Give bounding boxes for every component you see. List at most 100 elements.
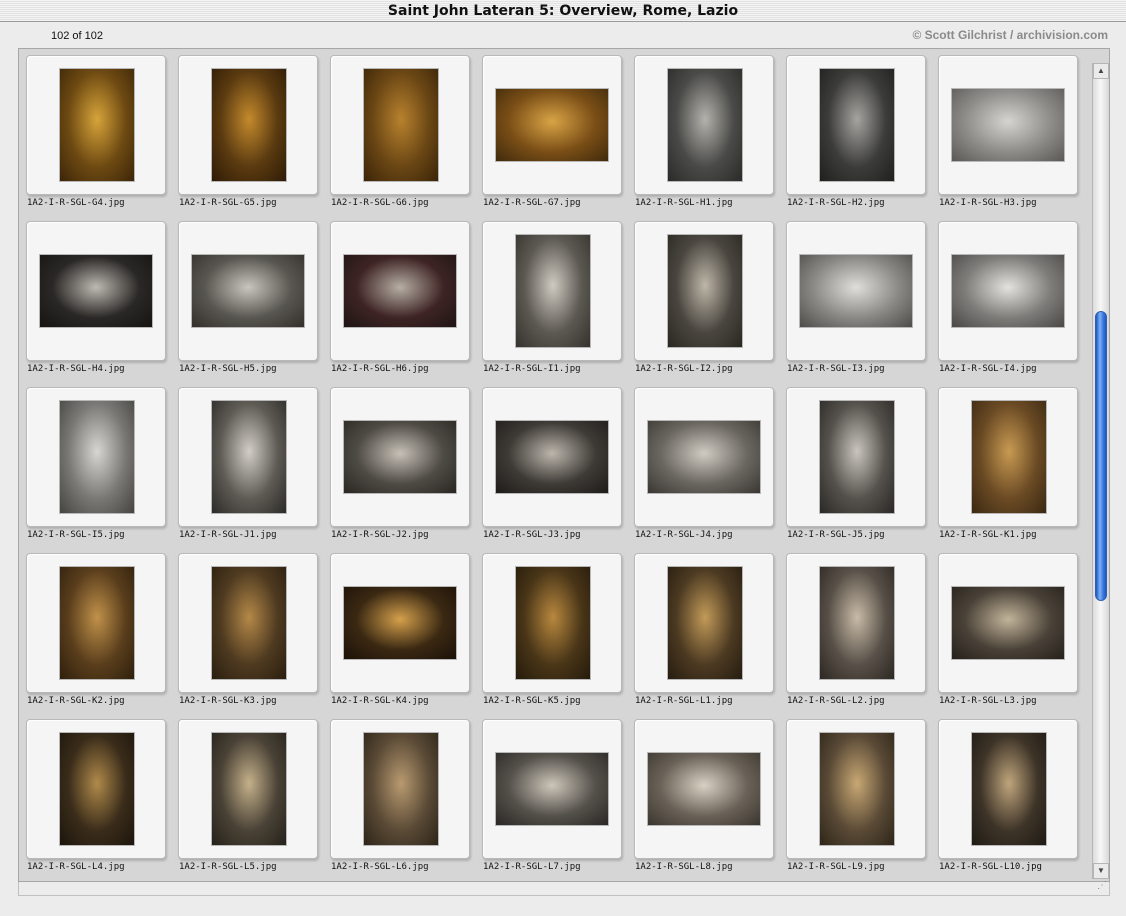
thumbnail-item[interactable]: 1A2-I-R-SGL-L10.jpg — [932, 715, 1084, 881]
thumbnail-item[interactable]: 1A2-I-R-SGL-J4.jpg — [628, 383, 780, 549]
thumbnail-image[interactable] — [344, 255, 456, 327]
thumbnail-item[interactable]: 1A2-I-R-SGL-K1.jpg — [932, 383, 1084, 549]
thumbnail-image[interactable] — [212, 567, 286, 679]
thumbnail-frame[interactable] — [26, 55, 166, 195]
thumbnail-frame[interactable] — [26, 387, 166, 527]
thumbnail-image[interactable] — [212, 69, 286, 181]
thumbnail-image[interactable] — [668, 69, 742, 181]
thumbnail-item[interactable]: 1A2-I-R-SGL-K5.jpg — [476, 549, 628, 715]
thumbnail-item[interactable]: 1A2-I-R-SGL-J5.jpg — [780, 383, 932, 549]
thumbnail-frame[interactable] — [634, 387, 774, 527]
thumbnail-frame[interactable] — [26, 221, 166, 361]
thumbnail-frame[interactable] — [786, 553, 926, 693]
thumbnail-image[interactable] — [952, 255, 1064, 327]
thumbnail-image[interactable] — [972, 401, 1046, 513]
thumbnail-frame[interactable] — [938, 387, 1078, 527]
thumbnail-image[interactable] — [516, 567, 590, 679]
thumbnail-frame[interactable] — [482, 387, 622, 527]
thumbnail-frame[interactable] — [178, 553, 318, 693]
thumbnail-frame[interactable] — [482, 719, 622, 859]
thumbnail-item[interactable]: 1A2-I-R-SGL-K4.jpg — [324, 549, 476, 715]
vertical-scrollbar[interactable]: ▲ ▼ — [1092, 63, 1109, 879]
thumbnail-item[interactable]: 1A2-I-R-SGL-J3.jpg — [476, 383, 628, 549]
thumbnail-item[interactable]: 1A2-I-R-SGL-L4.jpg — [20, 715, 172, 881]
thumbnail-image[interactable] — [648, 753, 760, 825]
thumbnail-image[interactable] — [820, 733, 894, 845]
thumbnail-image[interactable] — [364, 69, 438, 181]
thumbnail-image[interactable] — [496, 421, 608, 493]
thumbnail-image[interactable] — [344, 421, 456, 493]
thumbnail-frame[interactable] — [634, 719, 774, 859]
thumbnail-frame[interactable] — [634, 55, 774, 195]
thumbnail-image[interactable] — [60, 69, 134, 181]
thumbnail-item[interactable]: 1A2-I-R-SGL-L2.jpg — [780, 549, 932, 715]
thumbnail-image[interactable] — [820, 567, 894, 679]
thumbnail-item[interactable]: 1A2-I-R-SGL-I1.jpg — [476, 217, 628, 383]
thumbnail-frame[interactable] — [938, 719, 1078, 859]
thumbnail-frame[interactable] — [786, 221, 926, 361]
thumbnail-frame[interactable] — [938, 55, 1078, 195]
thumbnail-image[interactable] — [800, 255, 912, 327]
thumbnail-image[interactable] — [952, 587, 1064, 659]
thumbnail-image[interactable] — [60, 567, 134, 679]
scroll-thumb[interactable] — [1095, 311, 1107, 602]
thumbnail-image[interactable] — [516, 235, 590, 347]
thumbnail-item[interactable]: 1A2-I-R-SGL-H1.jpg — [628, 51, 780, 217]
thumbnail-frame[interactable] — [938, 221, 1078, 361]
thumbnail-image[interactable] — [212, 401, 286, 513]
thumbnail-item[interactable]: 1A2-I-R-SGL-G7.jpg — [476, 51, 628, 217]
thumbnail-frame[interactable] — [26, 719, 166, 859]
thumbnail-image[interactable] — [192, 255, 304, 327]
thumbnail-item[interactable]: 1A2-I-R-SGL-L6.jpg — [324, 715, 476, 881]
thumbnail-item[interactable]: 1A2-I-R-SGL-I5.jpg — [20, 383, 172, 549]
thumbnail-frame[interactable] — [786, 387, 926, 527]
thumbnail-frame[interactable] — [482, 55, 622, 195]
thumbnail-frame[interactable] — [330, 553, 470, 693]
thumbnail-image[interactable] — [648, 421, 760, 493]
thumbnail-item[interactable]: 1A2-I-R-SGL-L5.jpg — [172, 715, 324, 881]
thumbnail-frame[interactable] — [634, 221, 774, 361]
thumbnail-frame[interactable] — [178, 719, 318, 859]
thumbnail-item[interactable]: 1A2-I-R-SGL-K3.jpg — [172, 549, 324, 715]
thumbnail-frame[interactable] — [482, 221, 622, 361]
thumbnail-frame[interactable] — [786, 55, 926, 195]
thumbnail-item[interactable]: 1A2-I-R-SGL-G6.jpg — [324, 51, 476, 217]
thumbnail-image[interactable] — [60, 401, 134, 513]
thumbnail-frame[interactable] — [178, 221, 318, 361]
thumbnail-image[interactable] — [496, 89, 608, 161]
thumbnail-item[interactable]: 1A2-I-R-SGL-L9.jpg — [780, 715, 932, 881]
thumbnail-image[interactable] — [496, 753, 608, 825]
thumbnail-frame[interactable] — [938, 553, 1078, 693]
scroll-up-arrow-icon[interactable]: ▲ — [1093, 63, 1109, 79]
thumbnail-image[interactable] — [668, 235, 742, 347]
thumbnail-frame[interactable] — [178, 55, 318, 195]
thumbnail-item[interactable]: 1A2-I-R-SGL-L3.jpg — [932, 549, 1084, 715]
thumbnail-image[interactable] — [820, 401, 894, 513]
thumbnail-item[interactable]: 1A2-I-R-SGL-L8.jpg — [628, 715, 780, 881]
thumbnail-item[interactable]: 1A2-I-R-SGL-L1.jpg — [628, 549, 780, 715]
thumbnail-image[interactable] — [40, 255, 152, 327]
thumbnail-image[interactable] — [668, 567, 742, 679]
thumbnail-item[interactable]: 1A2-I-R-SGL-H2.jpg — [780, 51, 932, 217]
thumbnail-item[interactable]: 1A2-I-R-SGL-J1.jpg — [172, 383, 324, 549]
thumbnail-item[interactable]: 1A2-I-R-SGL-H5.jpg — [172, 217, 324, 383]
thumbnail-frame[interactable] — [330, 55, 470, 195]
thumbnail-image[interactable] — [820, 69, 894, 181]
thumbnail-frame[interactable] — [26, 553, 166, 693]
thumbnail-frame[interactable] — [330, 387, 470, 527]
thumbnail-frame[interactable] — [330, 719, 470, 859]
thumbnail-item[interactable]: 1A2-I-R-SGL-H6.jpg — [324, 217, 476, 383]
thumbnail-item[interactable]: 1A2-I-R-SGL-K2.jpg — [20, 549, 172, 715]
thumbnail-item[interactable]: 1A2-I-R-SGL-G4.jpg — [20, 51, 172, 217]
thumbnail-item[interactable]: 1A2-I-R-SGL-L7.jpg — [476, 715, 628, 881]
thumbnail-image[interactable] — [952, 89, 1064, 161]
thumbnail-image[interactable] — [972, 733, 1046, 845]
thumbnail-item[interactable]: 1A2-I-R-SGL-H3.jpg — [932, 51, 1084, 217]
thumbnail-item[interactable]: 1A2-I-R-SGL-I2.jpg — [628, 217, 780, 383]
thumbnail-frame[interactable] — [330, 221, 470, 361]
window-titlebar[interactable]: Saint John Lateran 5: Overview, Rome, La… — [0, 0, 1126, 22]
thumbnail-frame[interactable] — [482, 553, 622, 693]
resize-grip-icon[interactable]: ⋰ — [1093, 879, 1107, 893]
thumbnail-item[interactable]: 1A2-I-R-SGL-I3.jpg — [780, 217, 932, 383]
thumbnail-item[interactable]: 1A2-I-R-SGL-H4.jpg — [20, 217, 172, 383]
